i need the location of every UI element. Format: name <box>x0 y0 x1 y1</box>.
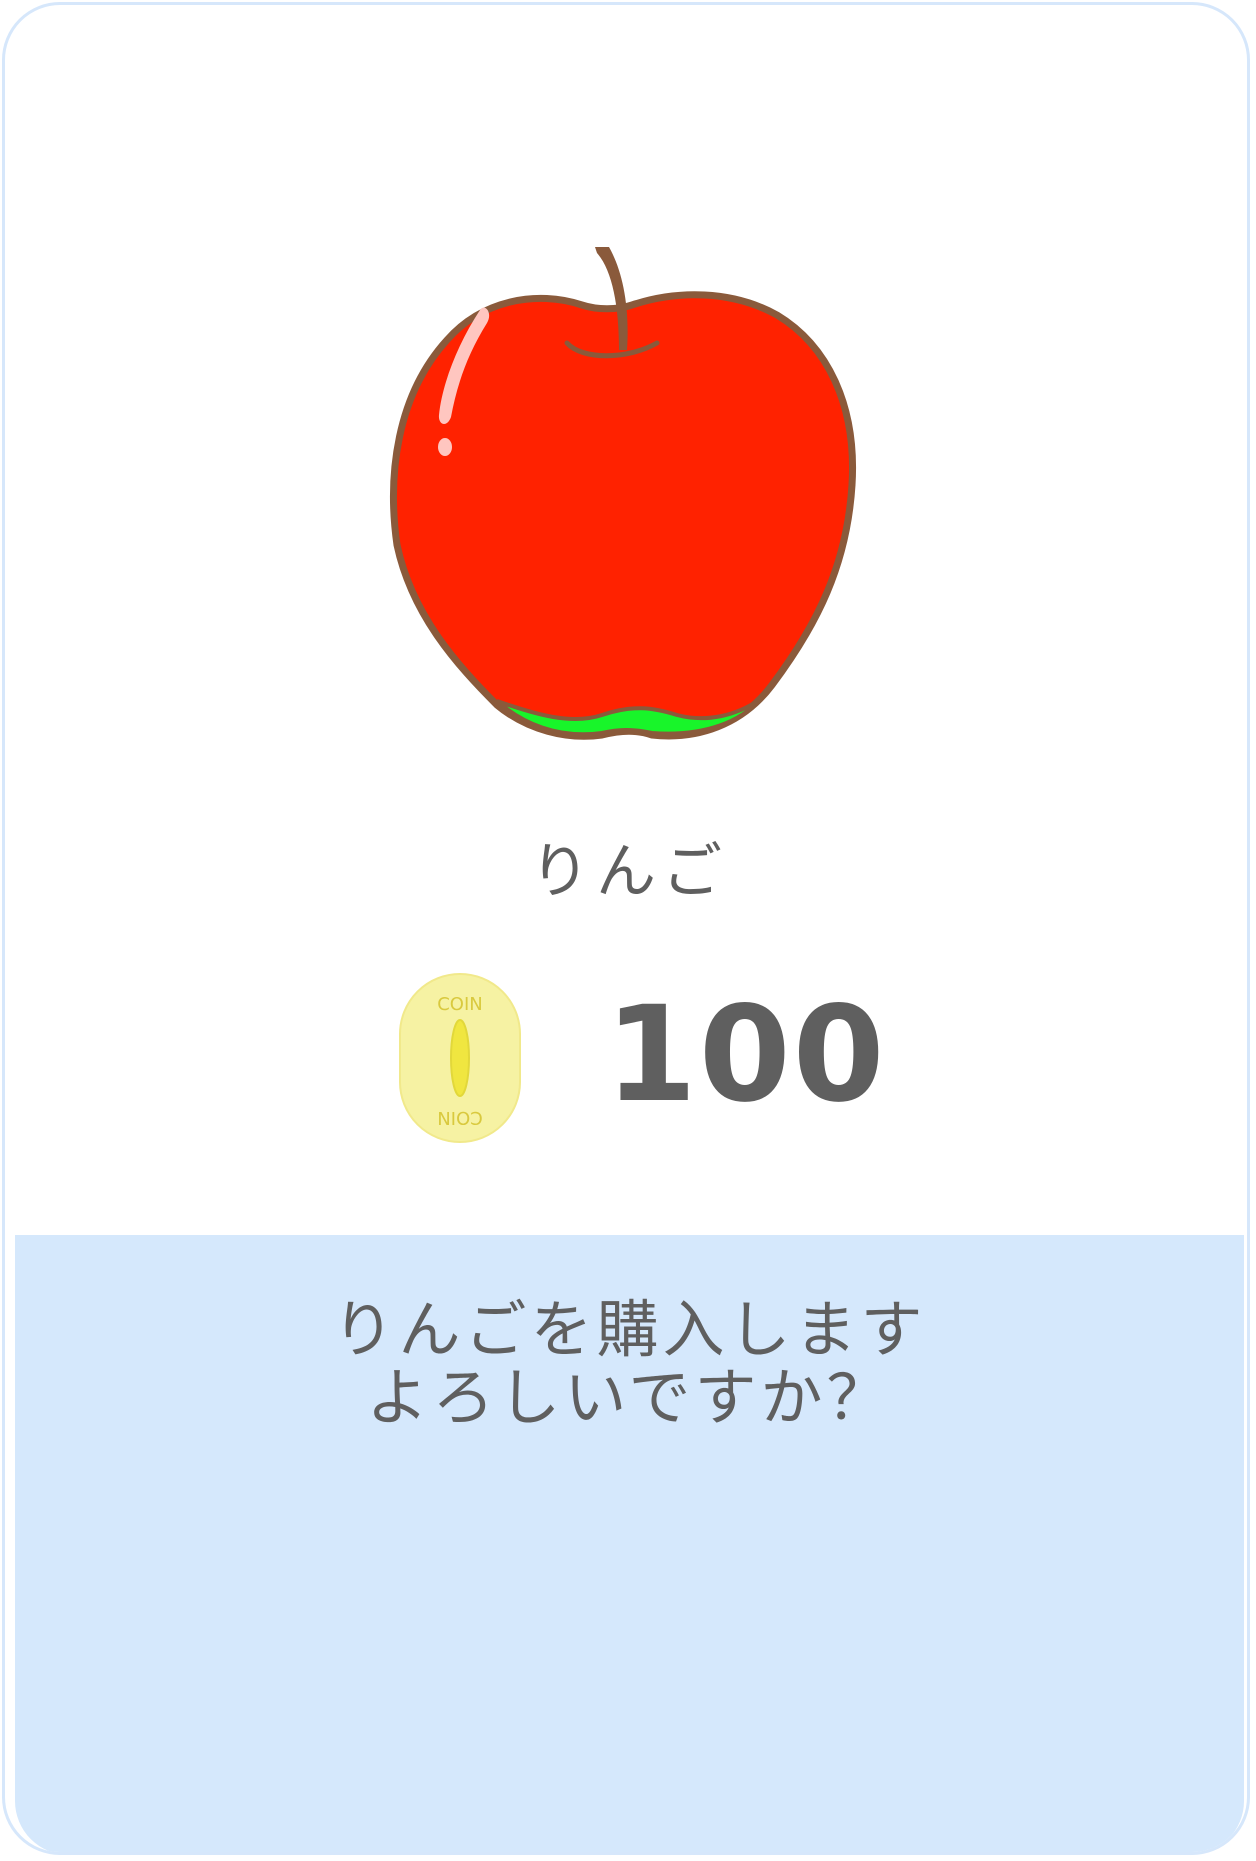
confirm-message-line-1: りんごを購入します <box>332 1293 927 1366</box>
apple-icon <box>390 247 857 740</box>
coin-label-bottom: COIN <box>437 1107 483 1128</box>
coin-icon: COIN COIN <box>399 973 521 1143</box>
coin-label-top: COIN <box>437 994 483 1015</box>
confirm-message-line-2: よろしいですか？ <box>366 1361 893 1434</box>
price-amount: 100 <box>605 978 887 1132</box>
confirm-message-panel: りんごを購入します よろしいですか？ <box>15 1235 1244 1852</box>
item-name-label: りんご <box>530 837 728 907</box>
purchase-dialog-card: りんご COIN COIN 100 りんごを購入します よろしいですか？ <box>2 2 1250 1855</box>
